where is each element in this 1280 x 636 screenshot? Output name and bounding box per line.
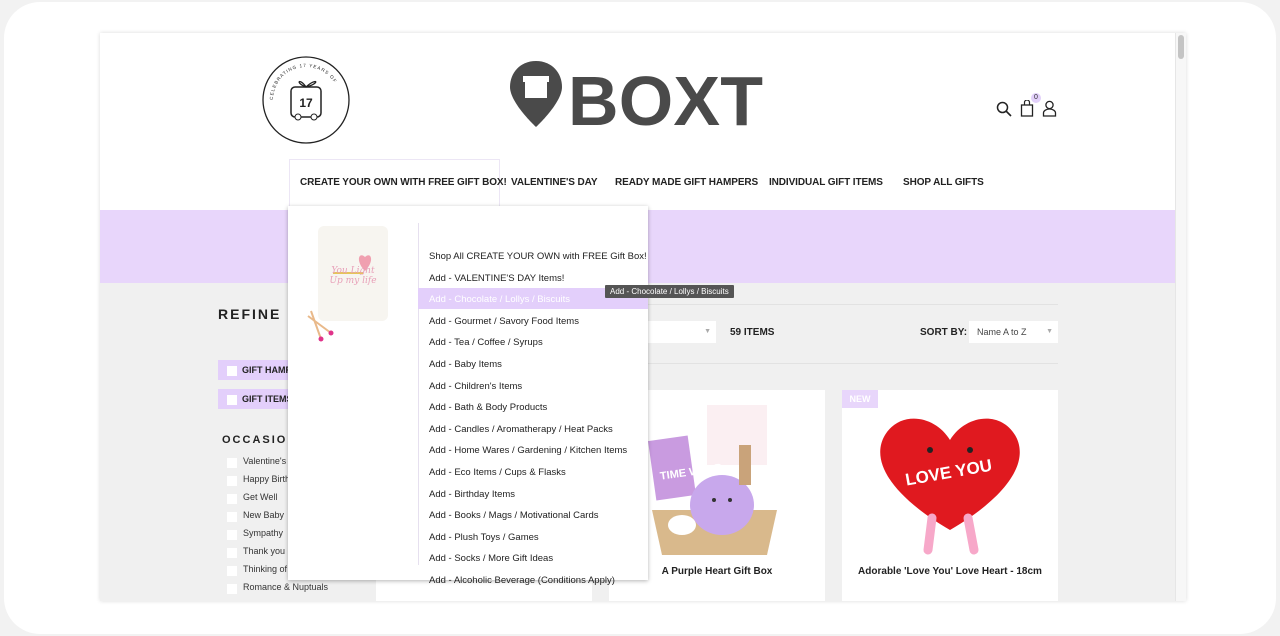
menu-item[interactable]: Add - Birthday Items (418, 483, 648, 504)
menu-item[interactable]: Add - Socks / More Gift Ideas (418, 547, 648, 568)
cart-count-badge: 0 (1031, 93, 1041, 103)
product-title[interactable]: Adorable 'Love You' Love Heart - 18cm (842, 566, 1058, 577)
checkbox[interactable] (227, 530, 237, 540)
user-icon[interactable] (1042, 100, 1057, 117)
shopping-bag-icon[interactable] (1020, 100, 1034, 117)
checkbox[interactable] (227, 584, 237, 594)
menu-item[interactable]: Add - Alcoholic Beverage (Conditions App… (418, 569, 648, 590)
nav-create-your-own[interactable]: CREATE YOUR OWN WITH FREE GIFT BOX! (300, 177, 507, 188)
product-card[interactable]: NEW LOVE YOU Adorable 'Love You' Love He… (842, 390, 1058, 601)
nav-valentines-day[interactable]: VALENTINE'S DAY (511, 177, 598, 188)
menu-item[interactable]: Add - Baby Items (418, 353, 648, 374)
checkbox[interactable] (227, 458, 237, 468)
nav-individual-gift-items[interactable]: INDIVIDUAL GIFT ITEMS (769, 177, 883, 188)
menu-item[interactable]: Add - Books / Mags / Motivational Cards (418, 504, 648, 525)
menu-item[interactable]: Add - Eco Items / Cups & Flasks (418, 461, 648, 482)
menu-item[interactable]: Add - Bath & Body Products (418, 396, 648, 417)
divider (640, 304, 1058, 305)
scrollbar-thumb[interactable] (1178, 35, 1184, 59)
menu-item[interactable]: Add - Plush Toys / Games (418, 526, 648, 547)
chip-label: GIFT ITEMS (242, 394, 293, 404)
boxt-logo[interactable]: BOXT (510, 61, 766, 129)
occasion-label: Thank you (243, 546, 286, 556)
menu-item[interactable]: Add - Gourmet / Savory Food Items (418, 310, 648, 331)
love-heart-plush-image[interactable]: LOVE YOU (870, 400, 1030, 560)
purple-heart-gift-box-image[interactable]: TIME WARP (637, 400, 797, 560)
sort-select[interactable]: Name A to Z ▼ (969, 321, 1058, 343)
sort-label: SORT BY: (920, 327, 968, 338)
chevron-down-icon: ▼ (1046, 328, 1053, 335)
chevron-down-icon: ▼ (704, 328, 711, 335)
menu-item[interactable]: Add - Candles / Aromatherapy / Heat Pack… (418, 418, 648, 439)
tooltip: Add - Chocolate / Lollys / Biscuits (605, 285, 734, 298)
site-header: 17 CELEBRATING 17 YEARS OF BOXT 0 CREATE… (100, 33, 1175, 210)
svg-text:CELEBRATING 17 YEARS OF: CELEBRATING 17 YEARS OF (269, 63, 338, 100)
svg-text:BOXT: BOXT (568, 62, 764, 129)
checkbox[interactable] (227, 366, 237, 376)
occasion-heading: OCCASION (222, 434, 298, 446)
checkbox[interactable] (227, 494, 237, 504)
svg-text:17: 17 (299, 96, 313, 110)
scrollbar[interactable] (1175, 33, 1186, 601)
candle-label-text: You Light Up my life (329, 266, 377, 286)
occasion-label: Sympathy (243, 528, 284, 538)
divider (640, 363, 1058, 364)
sort-value: Name A to Z (977, 327, 1027, 337)
checkbox[interactable] (227, 512, 237, 522)
search-icon[interactable] (996, 101, 1012, 117)
checkbox[interactable] (227, 395, 237, 405)
item-count: 59 ITEMS (730, 327, 775, 338)
occasion-label: Romance & Nuptuals (243, 582, 329, 592)
nav-shop-all-gifts[interactable]: SHOP ALL GIFTS (903, 177, 984, 188)
nav-ready-made-hampers[interactable]: READY MADE GIFT HAMPERS (615, 177, 758, 188)
menu-item[interactable]: Add - Home Wares / Gardening / Kitchen I… (418, 439, 648, 460)
occasion-label: New Baby (243, 510, 285, 520)
checkbox[interactable] (227, 476, 237, 486)
create-your-own-mega-menu: You Light Up my life Shop All CREATE YOU… (288, 206, 648, 586)
menu-item[interactable]: Add - Tea / Coffee / Syrups (418, 331, 648, 352)
occasion-label: Get Well (243, 492, 278, 502)
menu-item[interactable]: Shop All CREATE YOUR OWN with FREE Gift … (418, 245, 648, 266)
menu-item[interactable]: Add - Children's Items (418, 375, 648, 396)
checkbox[interactable] (227, 566, 237, 576)
anniversary-seal-icon: 17 CELEBRATING 17 YEARS OF (262, 56, 350, 144)
browser-page: 17 CELEBRATING 17 YEARS OF BOXT 0 CREATE… (100, 33, 1186, 601)
checkbox[interactable] (227, 548, 237, 558)
